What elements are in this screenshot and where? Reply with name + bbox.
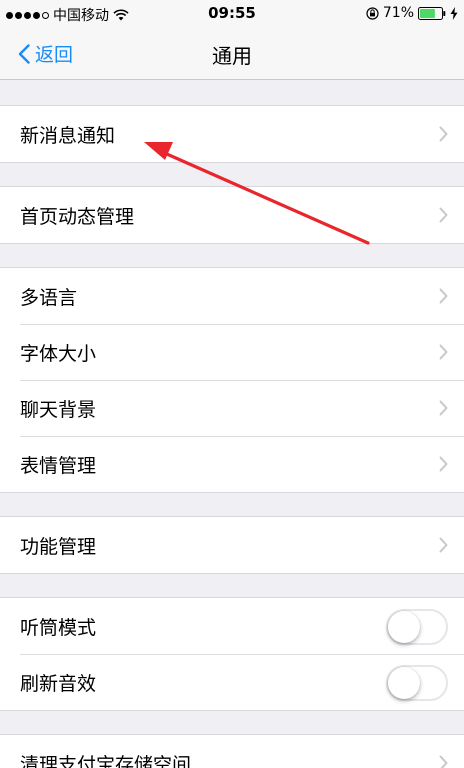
cell-label: 听筒模式 [20, 616, 97, 639]
charging-icon [450, 6, 458, 20]
cell-label: 表情管理 [20, 454, 97, 477]
cell-feature-management[interactable]: 功能管理 [0, 517, 464, 573]
cell-new-message-notification[interactable]: 新消息通知 [0, 106, 464, 162]
cell-font-size[interactable]: 字体大小 [0, 324, 464, 380]
nav-bar: 返回 通用 [0, 28, 464, 80]
cell-clear-storage[interactable]: 清理支付宝存储空间 [0, 735, 464, 768]
chevron-right-icon [439, 456, 448, 472]
battery-icon [418, 6, 446, 20]
chevron-right-icon [439, 207, 448, 223]
cell-label: 刷新音效 [20, 672, 97, 695]
settings-group-features: 功能管理 [0, 516, 464, 574]
status-bar: 中国移动 09:55 71% [0, 0, 464, 28]
cell-language[interactable]: 多语言 [0, 268, 464, 324]
cell-emoji-management[interactable]: 表情管理 [0, 436, 464, 492]
chevron-right-icon [439, 755, 448, 768]
refresh-sound-toggle[interactable] [386, 665, 448, 701]
page-title: 通用 [212, 44, 252, 68]
chevron-right-icon [439, 288, 448, 304]
settings-group-display: 多语言 字体大小 聊天背景 表情管理 [0, 267, 464, 493]
cell-label: 新消息通知 [20, 124, 116, 147]
chevron-right-icon [439, 344, 448, 360]
cell-label: 多语言 [20, 286, 78, 309]
cell-earpiece-mode: 听筒模式 [0, 598, 464, 654]
chevron-right-icon [439, 126, 448, 142]
screen: 中国移动 09:55 71% 返回 通用 新消息通知 首页动态管理 多语言 字体… [0, 0, 464, 768]
chevron-right-icon [439, 400, 448, 416]
cell-home-feed-management[interactable]: 首页动态管理 [0, 187, 464, 243]
cell-label: 聊天背景 [20, 398, 97, 421]
cell-label: 功能管理 [20, 535, 97, 558]
earpiece-mode-toggle[interactable] [386, 609, 448, 645]
settings-group-sound: 听筒模式 刷新音效 [0, 597, 464, 711]
chevron-right-icon [439, 537, 448, 553]
cell-refresh-sound: 刷新音效 [0, 654, 464, 710]
cell-label: 首页动态管理 [20, 205, 135, 228]
settings-group-home-feed: 首页动态管理 [0, 186, 464, 244]
settings-group-notifications: 新消息通知 [0, 105, 464, 163]
toggle-knob [388, 667, 420, 699]
settings-group-storage: 清理支付宝存储空间 [0, 734, 464, 768]
toggle-knob [388, 611, 420, 643]
battery-percent: 71% [382, 5, 414, 21]
cell-chat-background[interactable]: 聊天背景 [0, 380, 464, 436]
cell-label: 字体大小 [20, 342, 97, 365]
status-right: 71% [366, 5, 458, 21]
cell-label: 清理支付宝存储空间 [20, 753, 192, 768]
lock-rotation-icon [366, 6, 379, 20]
